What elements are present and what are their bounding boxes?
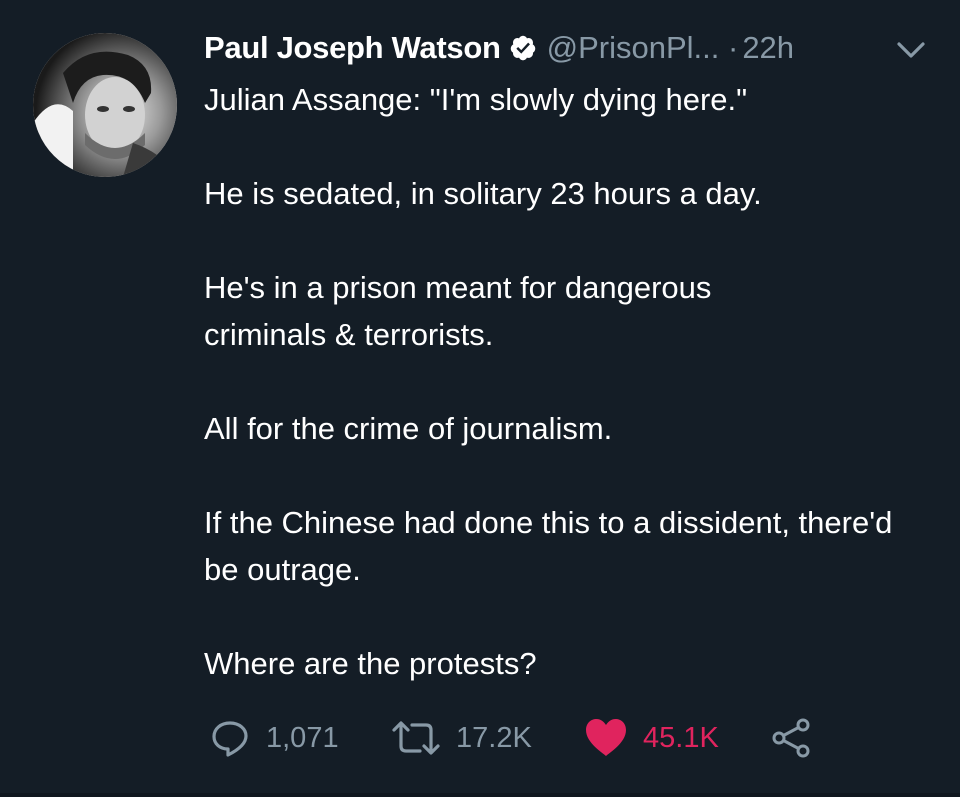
display-name[interactable]: Paul Joseph Watson <box>204 30 501 65</box>
divider <box>0 793 960 797</box>
retweet-count: 17.2K <box>456 721 532 754</box>
reply-count: 1,071 <box>266 721 339 754</box>
share-button[interactable] <box>770 708 814 768</box>
tweet-paragraph: He is sedated, in solitary 23 hours a da… <box>204 176 762 211</box>
tweet-paragraph: Where are the protests? <box>204 646 537 681</box>
tweet-actions: 1,071 17.2K 45.1K <box>0 708 960 768</box>
retweet-icon <box>390 716 442 760</box>
tweet-paragraph: He's in a prison meant for dangerous cri… <box>204 270 712 352</box>
tweet-paragraph: Julian Assange: "I'm slowly dying here." <box>204 82 748 117</box>
reply-icon <box>208 716 252 760</box>
avatar-photo <box>33 33 177 177</box>
tweet-text: Julian Assange: "I'm slowly dying here."… <box>204 76 924 687</box>
user-handle[interactable]: @PrisonPl... <box>547 30 720 65</box>
separator-dot: · <box>727 30 739 65</box>
tweet[interactable]: Paul Joseph Watson @PrisonPl... · 22h Juli… <box>0 0 960 797</box>
timestamp[interactable]: 22h <box>742 30 794 65</box>
retweet-button[interactable]: 17.2K <box>390 708 532 768</box>
heart-icon <box>583 716 629 760</box>
verified-badge-icon <box>509 32 537 72</box>
like-button[interactable]: 45.1K <box>583 708 719 768</box>
chevron-down-icon[interactable] <box>893 38 929 62</box>
share-icon <box>770 716 814 760</box>
tweet-header: Paul Joseph Watson @PrisonPl... · 22h <box>204 28 944 68</box>
tweet-paragraph: If the Chinese had done this to a dissid… <box>204 505 893 587</box>
avatar[interactable] <box>33 33 177 177</box>
tweet-paragraph: All for the crime of journalism. <box>204 411 613 446</box>
like-count: 45.1K <box>643 721 719 754</box>
reply-button[interactable]: 1,071 <box>208 708 339 768</box>
